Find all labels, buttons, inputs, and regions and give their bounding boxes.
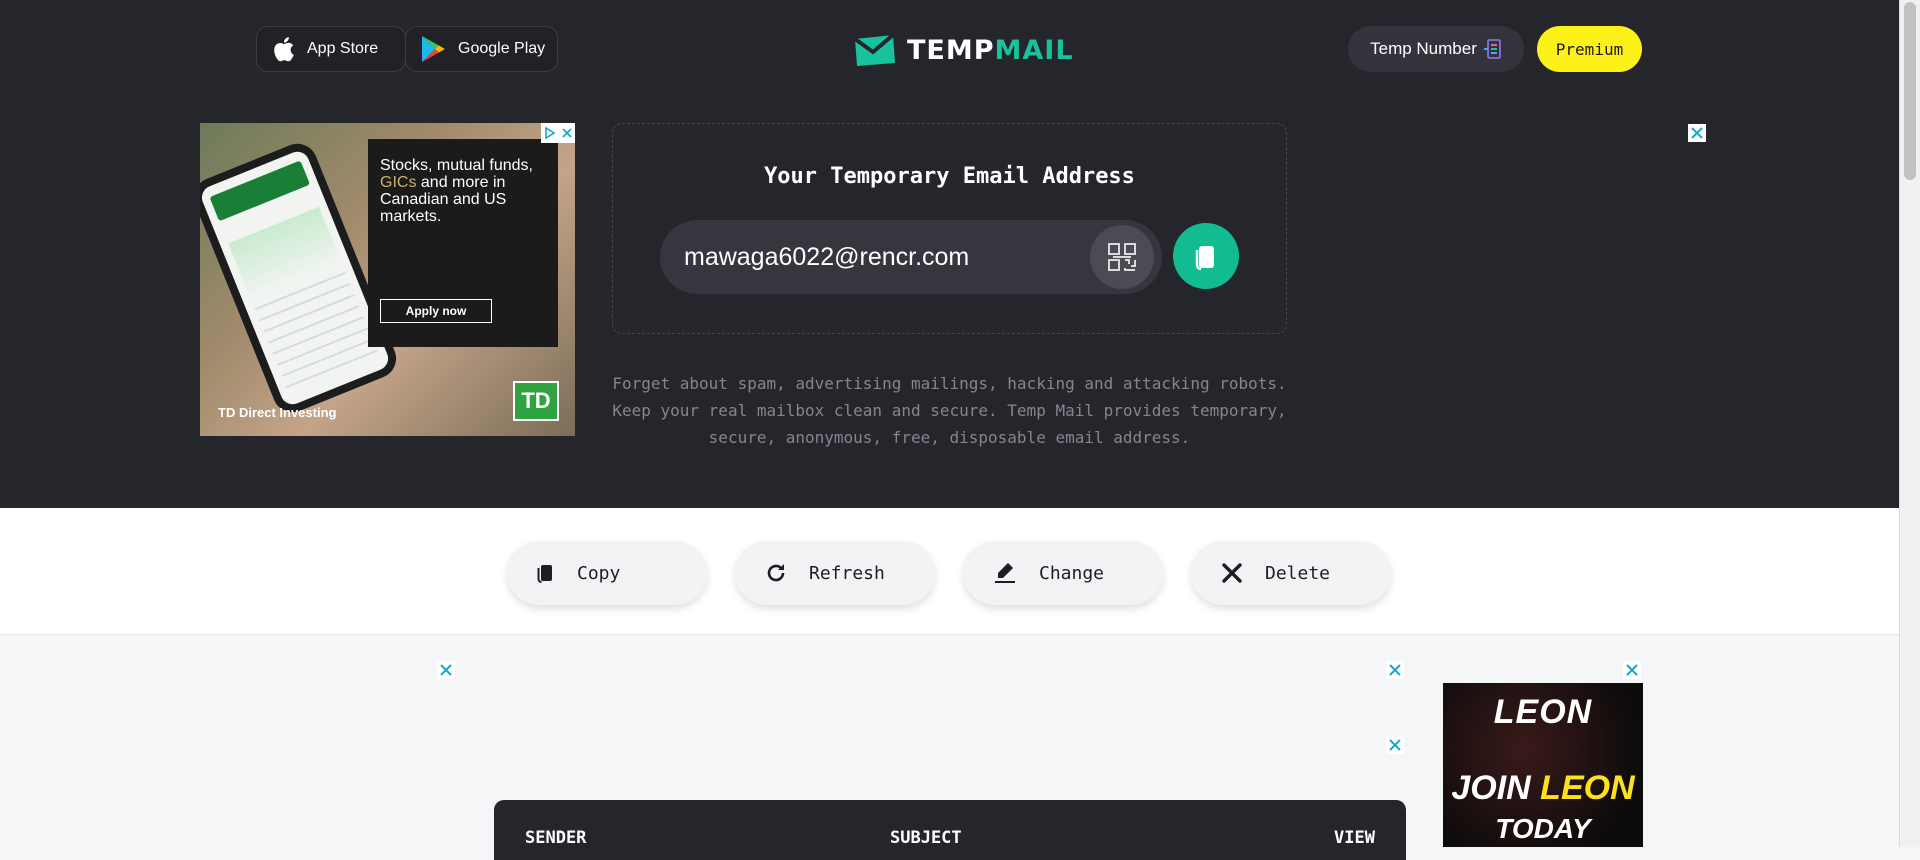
- envelope-logo-icon: [853, 33, 895, 66]
- tempmail-logo[interactable]: TEMPMAIL: [853, 30, 1074, 70]
- delete-label: Delete: [1265, 562, 1331, 584]
- copy-label: Copy: [577, 562, 621, 584]
- ad-text-panel: Stocks, mutual funds, GICs and more in C…: [368, 139, 558, 347]
- close-icon: [1389, 664, 1401, 676]
- change-label: Change: [1039, 562, 1105, 584]
- temp-number-button[interactable]: Temp Number: [1348, 26, 1524, 72]
- change-icon: [995, 563, 1015, 583]
- email-title: Your Temporary Email Address: [764, 164, 1135, 189]
- email-address-panel: Your Temporary Email Address mawaga6022@…: [612, 123, 1287, 334]
- page-scrollbar[interactable]: [1899, 0, 1920, 847]
- qr-code-icon: [1108, 243, 1136, 271]
- close-icon: [1691, 127, 1703, 139]
- copy-icon: [537, 565, 552, 583]
- service-description: Forget about spam, advertising mailings,…: [612, 374, 1287, 447]
- td-advertisement[interactable]: Stocks, mutual funds, GICs and more in C…: [200, 123, 575, 436]
- google-play-icon: [422, 36, 445, 62]
- refresh-button[interactable]: Refresh: [735, 541, 935, 605]
- ad-brand-label: TD Direct Investing: [218, 405, 337, 420]
- apple-icon: [274, 37, 294, 62]
- close-icon: [1626, 664, 1638, 676]
- close-icon[interactable]: [561, 127, 573, 139]
- google-play-button[interactable]: Google Play: [405, 26, 558, 72]
- ad-choices-icon[interactable]: [544, 126, 556, 140]
- right-ad-close[interactable]: [1688, 124, 1706, 142]
- change-button[interactable]: Change: [963, 541, 1163, 605]
- ad-headline: Stocks, mutual funds, GICs and more in C…: [380, 157, 533, 225]
- temp-number-icon: [1483, 39, 1501, 59]
- leon-today-text: TODAY: [1495, 813, 1591, 844]
- close-icon: [1389, 739, 1401, 751]
- logo-text-mail: MAIL: [994, 34, 1074, 66]
- app-store-label: App Store: [307, 40, 379, 57]
- copy-button[interactable]: Copy: [507, 541, 707, 605]
- logo-text-temp: TEMP: [907, 34, 995, 66]
- scrollbar-thumb[interactable]: [1904, 2, 1916, 180]
- column-view: VIEW: [1334, 828, 1375, 848]
- copy-icon: [1195, 246, 1214, 271]
- refresh-label: Refresh: [809, 562, 885, 584]
- hero-section: App Store Google Play TEMPMAIL Temp Numb…: [0, 0, 1899, 508]
- logo-text: TEMPMAIL: [907, 35, 1074, 66]
- leon-ad-close[interactable]: [1623, 661, 1641, 679]
- temp-number-label: Temp Number: [1370, 39, 1477, 58]
- refresh-icon: [767, 564, 785, 582]
- action-toolbar: Copy Refresh Change Delete: [0, 508, 1899, 635]
- ad-close-center[interactable]: [1386, 661, 1404, 679]
- premium-button[interactable]: Premium: [1537, 26, 1642, 72]
- qr-code-button[interactable]: [1090, 225, 1154, 289]
- app-store-button[interactable]: App Store: [256, 26, 406, 72]
- column-sender: SENDER: [525, 828, 587, 848]
- leon-join-text: JOIN LEON: [1451, 769, 1635, 807]
- delete-icon: [1222, 563, 1242, 583]
- google-play-label: Google Play: [458, 40, 546, 57]
- email-field[interactable]: mawaga6022@rencr.com: [660, 220, 1162, 294]
- ad-choices[interactable]: [541, 123, 575, 143]
- ad-close-left[interactable]: [437, 661, 455, 679]
- column-subject: SUBJECT: [890, 828, 962, 848]
- leon-logo: LEON: [1493, 693, 1593, 731]
- ad-apply-button[interactable]: Apply now: [380, 299, 492, 323]
- td-logo: TD: [513, 381, 559, 421]
- inbox-table-header: SENDER SUBJECT VIEW: [494, 800, 1406, 860]
- email-address-value[interactable]: mawaga6022@rencr.com: [684, 220, 969, 294]
- ad-close-center-2[interactable]: [1386, 736, 1404, 754]
- close-icon: [440, 664, 452, 676]
- leon-advertisement[interactable]: LEON JOIN LEON TODAY: [1443, 683, 1643, 847]
- copy-address-button[interactable]: [1173, 223, 1239, 289]
- delete-button[interactable]: Delete: [1191, 541, 1391, 605]
